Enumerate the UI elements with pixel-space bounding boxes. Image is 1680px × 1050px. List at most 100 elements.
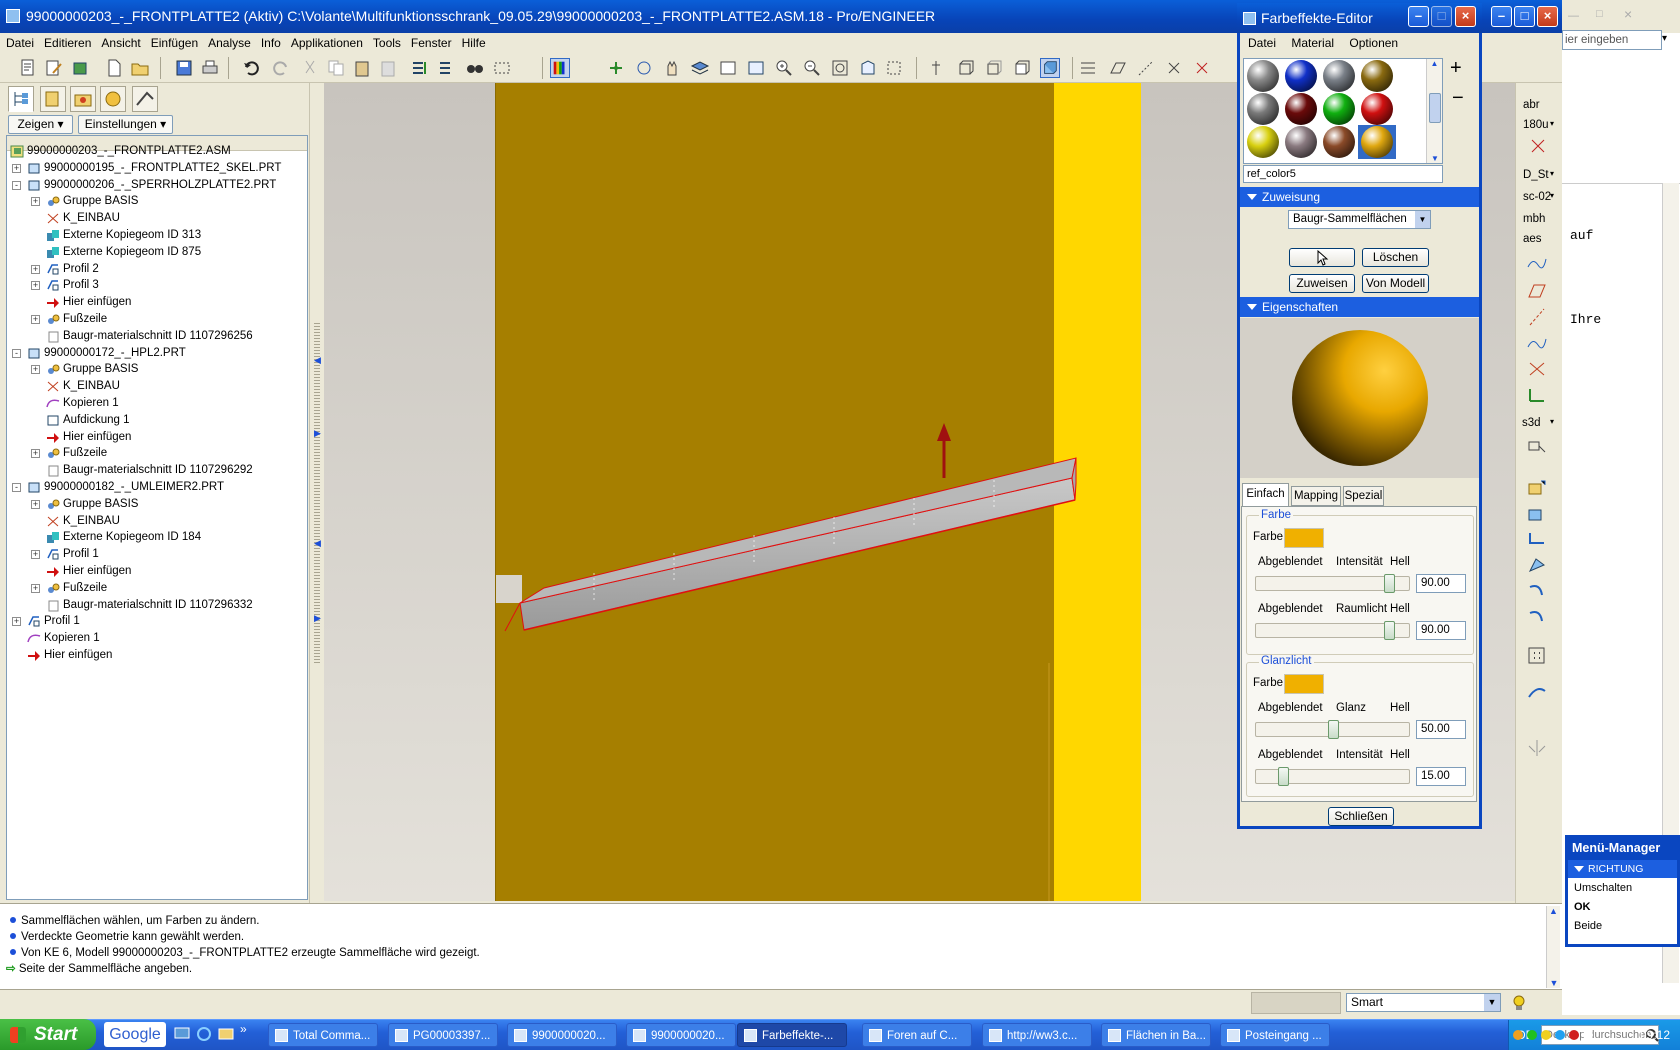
cut-icon[interactable] bbox=[300, 58, 320, 78]
extrude-icon[interactable] bbox=[1526, 477, 1548, 497]
hole-icon[interactable] bbox=[1526, 581, 1548, 601]
collapse-icon[interactable]: - bbox=[12, 180, 21, 190]
taskbar-button[interactable]: Posteingang ... bbox=[1220, 1023, 1330, 1047]
color-swatch[interactable] bbox=[1282, 125, 1320, 159]
blend-icon[interactable] bbox=[1526, 555, 1548, 575]
redo-icon[interactable] bbox=[270, 58, 290, 78]
taskbar-button[interactable]: 9900000020... bbox=[507, 1023, 617, 1047]
refit-view-icon[interactable] bbox=[746, 58, 766, 78]
regenerate-icon[interactable] bbox=[410, 58, 430, 78]
sketch-icon[interactable] bbox=[1526, 253, 1548, 273]
layers-icon[interactable] bbox=[690, 58, 710, 78]
menu-hilfe[interactable]: Hilfe bbox=[456, 33, 490, 50]
collapse-icon[interactable]: - bbox=[12, 483, 21, 492]
undo-icon[interactable] bbox=[242, 58, 262, 78]
color-name-field[interactable]: ref_color5 bbox=[1243, 165, 1443, 183]
color-swatch[interactable] bbox=[1358, 92, 1396, 126]
datum-plane-icon[interactable] bbox=[1526, 281, 1548, 301]
menu-analyse[interactable]: Analyse bbox=[202, 33, 255, 50]
datum-point-icon[interactable] bbox=[1136, 58, 1156, 78]
color-swatch[interactable] bbox=[1244, 92, 1282, 126]
slider-thumb[interactable] bbox=[1278, 767, 1290, 786]
find-icon[interactable] bbox=[465, 58, 485, 78]
menu-item-ok[interactable]: OK bbox=[1574, 901, 1591, 913]
saved-views-icon[interactable] bbox=[884, 58, 904, 78]
tab-connections[interactable] bbox=[132, 86, 158, 112]
message-scrollbar[interactable]: ▲ ▼ bbox=[1546, 906, 1560, 988]
menu-item-beide[interactable]: Beide bbox=[1574, 920, 1602, 932]
print-icon[interactable] bbox=[200, 58, 220, 78]
slider-value-field[interactable]: 90.00 bbox=[1416, 574, 1466, 593]
revolve-icon[interactable] bbox=[1526, 503, 1548, 523]
collapse-icon[interactable]: - bbox=[12, 348, 21, 358]
properties-section-header[interactable]: Eigenschaften bbox=[1240, 297, 1479, 317]
expand-icon[interactable]: + bbox=[31, 449, 40, 459]
show-dropdown[interactable]: Zeigen ▾ bbox=[8, 115, 73, 134]
zoom-out-icon[interactable] bbox=[802, 58, 822, 78]
rt-label-180u[interactable]: 180u bbox=[1523, 119, 1549, 131]
expand-icon[interactable]: + bbox=[31, 281, 40, 291]
color-swatch[interactable] bbox=[1320, 92, 1358, 126]
from-model-button[interactable]: Von Modell bbox=[1362, 274, 1429, 293]
expand-icon[interactable]: + bbox=[31, 197, 40, 207]
taskbar-button[interactable]: Total Comma... bbox=[268, 1023, 378, 1047]
rt-label-sc02[interactable]: sc-02 bbox=[1523, 191, 1551, 203]
taskbar-button[interactable]: Farbeffekte-... bbox=[737, 1023, 847, 1047]
color-swatch[interactable] bbox=[1358, 125, 1396, 159]
datum-cross-icon[interactable] bbox=[1528, 137, 1548, 155]
google-toolbar[interactable]: Google bbox=[104, 1022, 166, 1047]
copy-icon[interactable] bbox=[326, 58, 346, 78]
menu-editieren[interactable]: Editieren bbox=[38, 33, 95, 50]
color-swatch[interactable] bbox=[1244, 125, 1282, 159]
quicklaunch-outlook-icon[interactable] bbox=[218, 1026, 234, 1042]
tab-folder-browser[interactable] bbox=[40, 86, 66, 112]
menu-fenster[interactable]: Fenster bbox=[405, 33, 456, 50]
taskbar-button[interactable]: PG00003397... bbox=[388, 1023, 498, 1047]
close-button[interactable]: Schließen bbox=[1328, 807, 1394, 826]
view-manager-icon[interactable] bbox=[718, 58, 738, 78]
menu-einfuegen[interactable]: Einfügen bbox=[145, 33, 202, 50]
delete-button[interactable]: Löschen bbox=[1362, 248, 1429, 267]
tab-spezial[interactable]: Spezial bbox=[1343, 486, 1384, 506]
expand-icon[interactable]: + bbox=[31, 499, 40, 509]
warp-icon[interactable] bbox=[1526, 683, 1548, 703]
selection-filter[interactable]: Smart ▼ bbox=[1346, 993, 1501, 1012]
minimize-icon[interactable]: – bbox=[1491, 6, 1512, 27]
new-icon[interactable] bbox=[18, 58, 38, 78]
expand-icon[interactable]: + bbox=[12, 617, 21, 627]
slider-value-field[interactable]: 15.00 bbox=[1416, 767, 1466, 786]
quicklaunch-more-icon[interactable]: » bbox=[240, 1022, 247, 1036]
bg-search-field[interactable]: ier eingeben bbox=[1562, 30, 1662, 50]
datum-curve-icon[interactable] bbox=[1526, 333, 1548, 353]
datum-planes-icon[interactable] bbox=[606, 58, 626, 78]
start-button[interactable]: Start bbox=[0, 1019, 96, 1050]
mirror-icon[interactable] bbox=[1526, 738, 1548, 758]
color-swatch[interactable] bbox=[1282, 59, 1320, 93]
taskbar-button[interactable]: http://ww3.c... bbox=[982, 1023, 1092, 1047]
hidden-line-icon[interactable] bbox=[984, 58, 1004, 78]
orient-icon[interactable] bbox=[858, 58, 878, 78]
highlight-color-swatch[interactable] bbox=[1284, 674, 1324, 694]
tab-favorites[interactable] bbox=[70, 86, 96, 112]
expand-icon[interactable]: + bbox=[12, 163, 21, 173]
wireframe-icon[interactable] bbox=[956, 58, 976, 78]
maximize-icon[interactable]: □ bbox=[1514, 6, 1535, 27]
no-hidden-icon[interactable] bbox=[1012, 58, 1032, 78]
tab-model-tree[interactable] bbox=[8, 86, 34, 112]
datum-csys-icon[interactable] bbox=[1526, 385, 1548, 405]
analysis-icon[interactable] bbox=[1526, 437, 1548, 457]
pattern-icon[interactable] bbox=[1526, 645, 1548, 665]
datum-axis-icon[interactable] bbox=[1078, 58, 1098, 78]
rt-label-aes[interactable]: aes bbox=[1523, 233, 1542, 245]
tab-history[interactable] bbox=[100, 86, 126, 112]
color-swatch[interactable] bbox=[1244, 59, 1282, 93]
lightbulb-icon[interactable] bbox=[1510, 993, 1528, 1013]
taskbar-button[interactable]: Foren auf C... bbox=[862, 1023, 972, 1047]
shading-icon[interactable] bbox=[1040, 58, 1060, 78]
dialog-menu-material[interactable]: Material bbox=[1279, 36, 1334, 50]
datum-plane-icon[interactable] bbox=[1108, 58, 1128, 78]
slider-thumb[interactable] bbox=[1383, 574, 1395, 593]
zoom-fit-icon[interactable] bbox=[830, 58, 850, 78]
dialog-minimize-icon[interactable]: – bbox=[1408, 6, 1429, 27]
datum-point-icon[interactable] bbox=[1526, 359, 1548, 379]
